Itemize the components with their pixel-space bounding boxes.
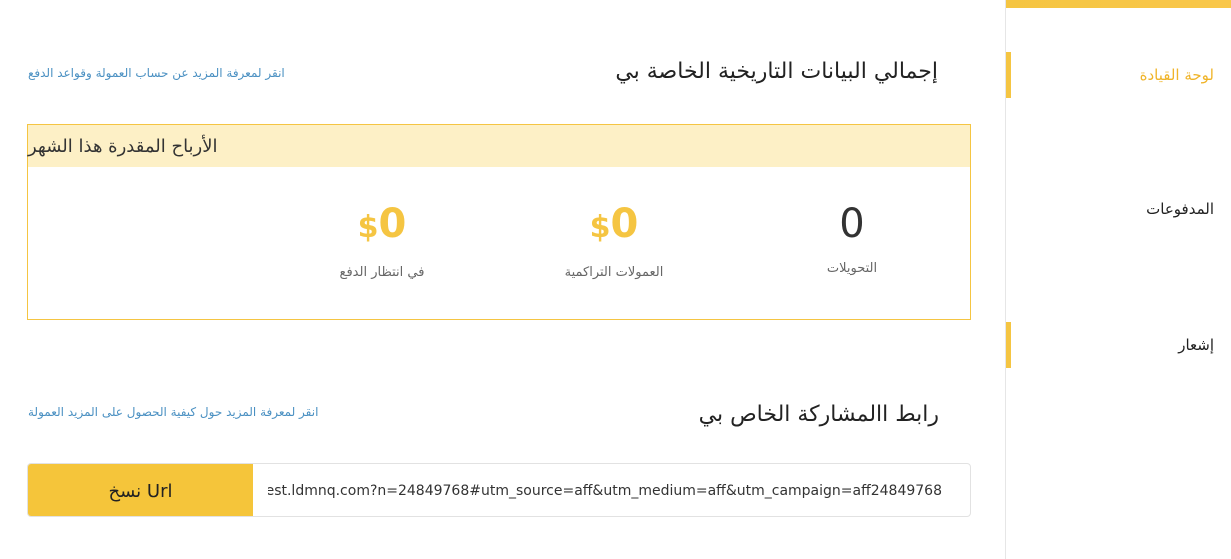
- conversions-value: 0: [839, 201, 865, 247]
- conversions-label: التحويلات: [826, 261, 878, 276]
- commission-rules-link[interactable]: انقر لمعرفة المزيد عن حساب العمولة وقواع…: [28, 66, 285, 80]
- stat-cumulative-commissions: $0 العمولات التراكمية: [514, 201, 714, 280]
- sidebar-item-label: المدفوعات: [1146, 200, 1214, 218]
- sidebar-item-payments[interactable]: المدفوعات: [1006, 186, 1231, 232]
- copy-url-button[interactable]: نسخ Url: [28, 464, 253, 516]
- currency-symbol: $: [357, 210, 379, 245]
- pending-label: في انتظار الدفع: [339, 265, 425, 280]
- share-url-field[interactable]: /test.ldmnq.com?n=24849768#utm_source=af…: [268, 464, 942, 516]
- share-link-title: رابط االمشاركة الخاص بي: [698, 402, 939, 427]
- sidebar-item-label: لوحة القيادة: [1139, 66, 1214, 84]
- sidebar-item-dashboard[interactable]: لوحة القيادة: [1006, 52, 1231, 98]
- stat-pending-payment: $0 في انتظار الدفع: [282, 201, 482, 280]
- more-commission-link[interactable]: انقر لمعرفة المزيد حول كيفية الحصول على …: [28, 405, 318, 419]
- estimated-earnings-header: الأرباح المقدرة هذا الشهر: [28, 125, 970, 167]
- sidebar-top-accent: [1006, 0, 1231, 8]
- currency-symbol: $: [589, 210, 611, 245]
- pending-amount: 0: [378, 201, 407, 247]
- cumulative-value: $0: [514, 201, 714, 251]
- pending-value: $0: [282, 201, 482, 251]
- sidebar-item-notification[interactable]: إشعار: [1006, 322, 1231, 368]
- cumulative-label: العمولات التراكمية: [564, 265, 664, 280]
- stats-card: الأرباح المقدرة هذا الشهر 0 التحويلات $0…: [27, 124, 971, 320]
- share-url-bar: نسخ Url /test.ldmnq.com?n=24849768#utm_s…: [27, 463, 971, 517]
- item-indicator: [1006, 322, 1011, 368]
- stat-conversions: 0 التحويلات: [752, 201, 952, 276]
- sidebar: لوحة القيادة المدفوعات إشعار: [1005, 0, 1231, 559]
- sidebar-item-label: إشعار: [1178, 336, 1214, 354]
- history-title: إجمالي البيانات التاريخية الخاصة بي: [615, 59, 938, 84]
- cumulative-amount: 0: [610, 201, 639, 247]
- active-indicator: [1006, 52, 1011, 98]
